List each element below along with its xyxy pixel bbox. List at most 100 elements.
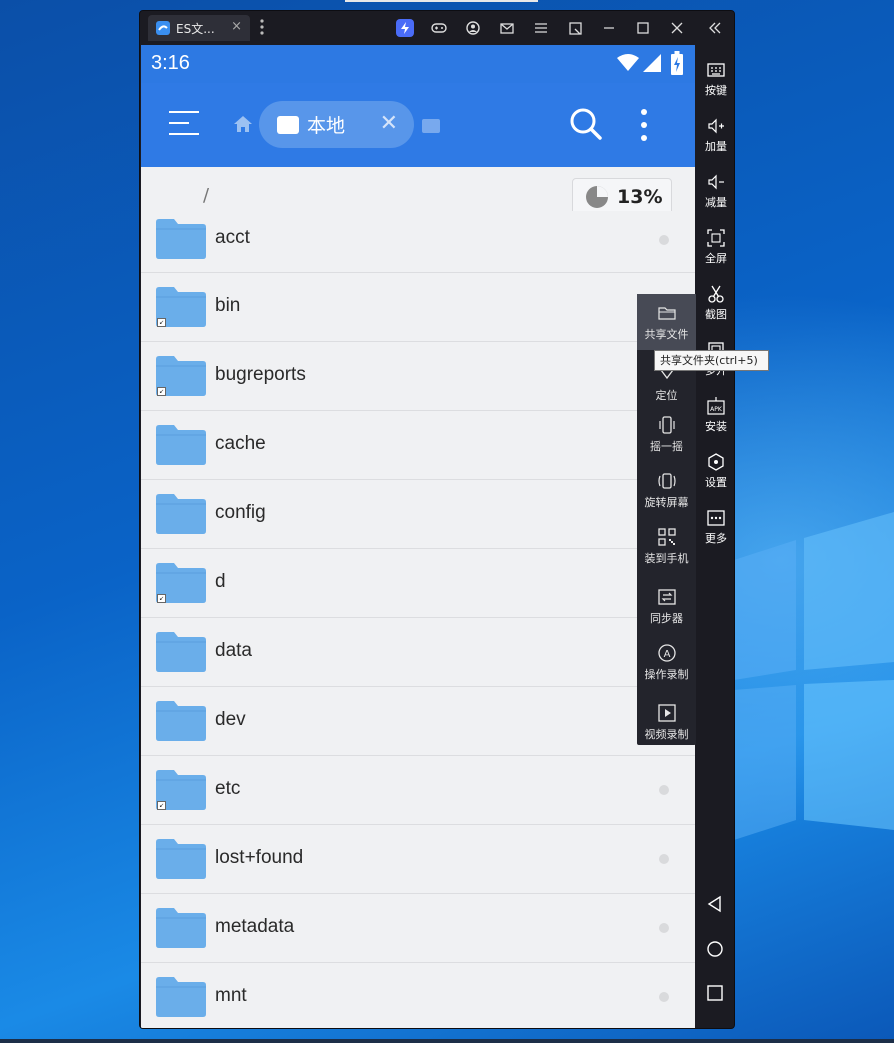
keyboard-icon	[707, 63, 725, 77]
mail-icon[interactable]	[498, 19, 516, 37]
locate-label: 定位	[655, 389, 678, 402]
video-record-button[interactable]: 视频录制	[637, 703, 696, 742]
file-row[interactable]: acct	[141, 211, 695, 273]
folder-icon	[156, 219, 206, 259]
collapse-sidebar-icon[interactable]	[706, 19, 724, 37]
screenshot-label: 截图	[705, 308, 727, 321]
file-name: bin	[215, 295, 241, 316]
top-strip	[345, 0, 538, 2]
settings-button[interactable]: 设置	[696, 453, 734, 490]
file-row[interactable]: ↙ d	[141, 549, 695, 618]
qr-code-icon	[657, 528, 676, 546]
menu-icon[interactable]	[532, 19, 550, 37]
tab-title: ES文...	[176, 21, 215, 36]
more-label: 更多	[705, 532, 727, 545]
settings-hex-icon	[708, 453, 724, 471]
more-options-icon[interactable]	[641, 109, 647, 148]
select-checkbox[interactable]	[659, 235, 669, 245]
select-checkbox[interactable]	[659, 854, 669, 864]
install-to-phone-button[interactable]: 装到手机	[637, 527, 696, 566]
tab-menu-icon[interactable]	[260, 19, 268, 39]
recents-nav-icon[interactable]	[706, 984, 724, 1002]
folder-icon	[156, 977, 206, 1017]
file-row[interactable]: config	[141, 480, 695, 549]
volume-down-label: 减量	[705, 196, 727, 209]
symlink-badge-icon: ↙	[157, 387, 166, 396]
windows-logo	[734, 512, 894, 840]
taskbar	[0, 1039, 894, 1043]
keys-button[interactable]: 按键	[696, 61, 734, 98]
file-row[interactable]: ↙ etc	[141, 756, 695, 825]
volume-up-button[interactable]: 加量	[696, 117, 734, 154]
current-path[interactable]: /	[203, 185, 209, 206]
sd-tab-icon[interactable]	[422, 119, 440, 133]
file-row[interactable]: lost+found	[141, 825, 695, 894]
file-row[interactable]: ↙ bugreports	[141, 342, 695, 411]
share-files-button[interactable]: 共享文件	[637, 294, 696, 350]
sync-icon	[657, 589, 676, 605]
es-app-icon	[156, 21, 170, 35]
boost-icon[interactable]	[396, 19, 414, 37]
video-record-label: 视频录制	[644, 728, 689, 741]
volume-down-icon	[708, 174, 724, 190]
back-nav-icon[interactable]	[706, 895, 724, 913]
keys-label: 按键	[705, 84, 727, 97]
search-icon[interactable]	[569, 107, 603, 141]
file-row[interactable]: dev	[141, 687, 695, 756]
file-name: lost+found	[215, 847, 304, 868]
file-row[interactable]: ↙ bin	[141, 273, 695, 342]
more-dots-icon	[707, 510, 725, 526]
select-checkbox[interactable]	[659, 923, 669, 933]
symlink-badge-icon: ↙	[157, 801, 166, 810]
location-chip[interactable]: 本地 ✕	[259, 101, 414, 148]
more-button[interactable]: 更多	[696, 509, 734, 546]
file-name: mnt	[215, 985, 247, 1006]
battery-icon	[671, 51, 683, 75]
file-name: data	[215, 640, 252, 661]
account-icon[interactable]	[464, 19, 482, 37]
folder-icon	[156, 839, 206, 879]
tab-close-icon[interactable]: ×	[231, 19, 242, 34]
macro-record-button[interactable]: A 操作录制	[637, 643, 696, 682]
home-icon[interactable]	[233, 115, 253, 133]
file-row[interactable]: mnt	[141, 963, 695, 1028]
file-list: acct ↙ bin ↙ bugreports cache config ↙ d data dev ↙…	[141, 211, 695, 1028]
file-name: etc	[215, 778, 241, 799]
file-name: cache	[215, 433, 266, 454]
install-apk-label: 安装	[705, 420, 727, 433]
minimize-icon[interactable]	[600, 19, 618, 37]
install-apk-button[interactable]: APK 安装	[696, 397, 734, 434]
fullscreen-button[interactable]: 全屏	[696, 229, 734, 266]
file-name: config	[215, 502, 266, 523]
signal-icon	[643, 54, 661, 72]
status-time: 3:16	[151, 52, 190, 74]
file-row[interactable]: data	[141, 618, 695, 687]
volume-down-button[interactable]: 减量	[696, 173, 734, 210]
select-checkbox[interactable]	[659, 785, 669, 795]
hamburger-menu-icon[interactable]	[169, 111, 199, 137]
rotate-screen-button[interactable]: 旋转屏幕	[637, 471, 696, 510]
location-chip-label: 本地	[307, 115, 346, 137]
shake-phone-icon	[658, 416, 675, 434]
sync-button[interactable]: 同步器	[637, 587, 696, 626]
share-files-label: 共享文件	[644, 328, 689, 341]
fullscreen-label: 全屏	[705, 252, 727, 265]
screenshot-button[interactable]: 截图	[696, 285, 734, 322]
shake-button[interactable]: 摇一摇	[637, 415, 696, 454]
home-nav-icon[interactable]	[706, 940, 724, 958]
close-icon[interactable]	[668, 19, 686, 37]
gamepad-icon[interactable]	[430, 19, 448, 37]
restore-icon[interactable]	[566, 19, 584, 37]
shake-label: 摇一摇	[650, 440, 683, 453]
file-name: bugreports	[215, 364, 306, 385]
file-name: metadata	[215, 916, 295, 937]
file-row[interactable]: metadata	[141, 894, 695, 963]
app-tab[interactable]: ES文... ×	[148, 15, 250, 41]
rotate-icon	[657, 473, 676, 489]
wifi-icon	[617, 54, 639, 71]
chip-close-icon[interactable]: ✕	[380, 111, 398, 136]
select-checkbox[interactable]	[659, 992, 669, 1002]
maximize-icon[interactable]	[634, 19, 652, 37]
file-row[interactable]: cache	[141, 411, 695, 480]
install-to-phone-label: 装到手机	[644, 552, 689, 565]
